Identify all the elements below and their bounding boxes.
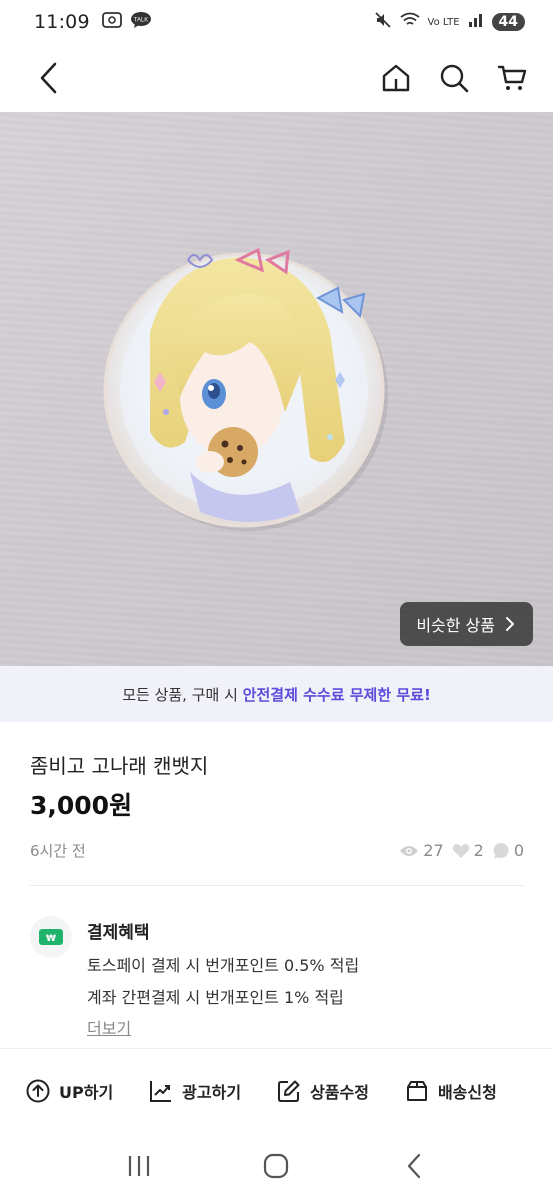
cart-icon [497, 65, 527, 90]
heart-icon [452, 843, 469, 858]
chevron-left-icon [40, 62, 57, 94]
screenshot-icon [101, 11, 122, 34]
arrow-up-circle-icon [26, 1079, 50, 1102]
shipping-request-button[interactable]: 배송신청 [405, 1079, 497, 1103]
product-photo-badge [103, 247, 388, 531]
system-nav-bar [0, 1132, 553, 1200]
promo-banner[interactable]: 모든 상품, 구매 시 안전결제 수수료 무제한 무료! [0, 666, 553, 722]
status-bar: 11:09 TALK Vo LTE 44 [0, 0, 553, 44]
up-label: UP하기 [59, 1082, 114, 1102]
product-image[interactable]: 비슷한 상품 [0, 112, 553, 666]
recent-apps-icon [128, 1156, 149, 1176]
shipping-request-label: 배송신청 [437, 1082, 497, 1102]
back-button[interactable] [28, 58, 68, 98]
section-divider [30, 885, 524, 886]
home-nav-button[interactable] [252, 1142, 300, 1190]
action-bar: UP하기 광고하기 상품수정 배송신청 [0, 1048, 553, 1132]
likes-count: 2 [473, 841, 484, 860]
chats-stat: 0 [492, 841, 524, 860]
mute-icon [374, 11, 392, 33]
svg-text:₩: ₩ [46, 934, 56, 944]
chart-trend-icon [150, 1080, 172, 1102]
similar-products-button[interactable]: 비슷한 상품 [400, 602, 533, 646]
benefit-title: 결제혜택 [87, 923, 150, 943]
talk-badge-text: TALK [133, 17, 148, 23]
eye-icon [400, 845, 419, 856]
advertise-label: 광고하기 [182, 1082, 242, 1102]
edit-product-label: 상품수정 [310, 1082, 369, 1102]
meta-row: 6시간 전 27 2 0 [30, 840, 524, 861]
payment-card-icon: ₩ [39, 929, 63, 945]
network-label: Vo LTE [427, 16, 460, 28]
likes-stat: 2 [452, 841, 484, 860]
similar-products-label: 비슷한 상품 [416, 616, 495, 635]
product-title: 좀비고 고나래 캔뱃지 [30, 754, 209, 778]
benefit-icon-wrap: ₩ [30, 916, 72, 958]
home-icon [382, 64, 410, 92]
box-icon [406, 1080, 427, 1101]
product-price: 3,000원 [30, 791, 133, 820]
views-count: 27 [423, 841, 444, 860]
back-nav-icon [408, 1153, 421, 1179]
promo-highlight: 안전결제 수수료 무제한 무료! [242, 685, 431, 704]
edit-product-button[interactable]: 상품수정 [277, 1079, 369, 1103]
talk-icon: TALK [130, 11, 152, 34]
home-nav-icon [264, 1153, 289, 1179]
edit-icon [278, 1080, 300, 1102]
advertise-button[interactable]: 광고하기 [149, 1079, 241, 1103]
views-stat: 27 [399, 841, 444, 860]
signal-icon [468, 12, 484, 32]
back-nav-button[interactable] [390, 1142, 438, 1190]
promo-text: 모든 상품, 구매 시 [122, 685, 243, 704]
status-time: 11:09 [34, 11, 90, 33]
posted-time: 6시간 전 [30, 842, 86, 860]
more-link[interactable]: 더보기 [87, 1015, 131, 1039]
recent-apps-button[interactable] [115, 1142, 163, 1190]
wifi-icon [399, 12, 420, 32]
home-button[interactable] [379, 61, 413, 95]
cart-button[interactable] [495, 61, 529, 95]
chevron-right-icon [506, 617, 514, 631]
search-button[interactable] [437, 61, 471, 95]
up-button[interactable]: UP하기 [26, 1079, 113, 1103]
battery-indicator: 44 [491, 13, 525, 31]
benefit-line-account: 계좌 간편결제 시 번개포인트 1% 적립 [87, 988, 344, 1007]
search-icon [440, 64, 469, 93]
benefit-line-toss: 토스페이 결제 시 번개포인트 0.5% 적립 [87, 956, 360, 975]
chat-icon [493, 842, 509, 859]
app-bar [0, 44, 553, 112]
chats-count: 0 [513, 841, 524, 860]
